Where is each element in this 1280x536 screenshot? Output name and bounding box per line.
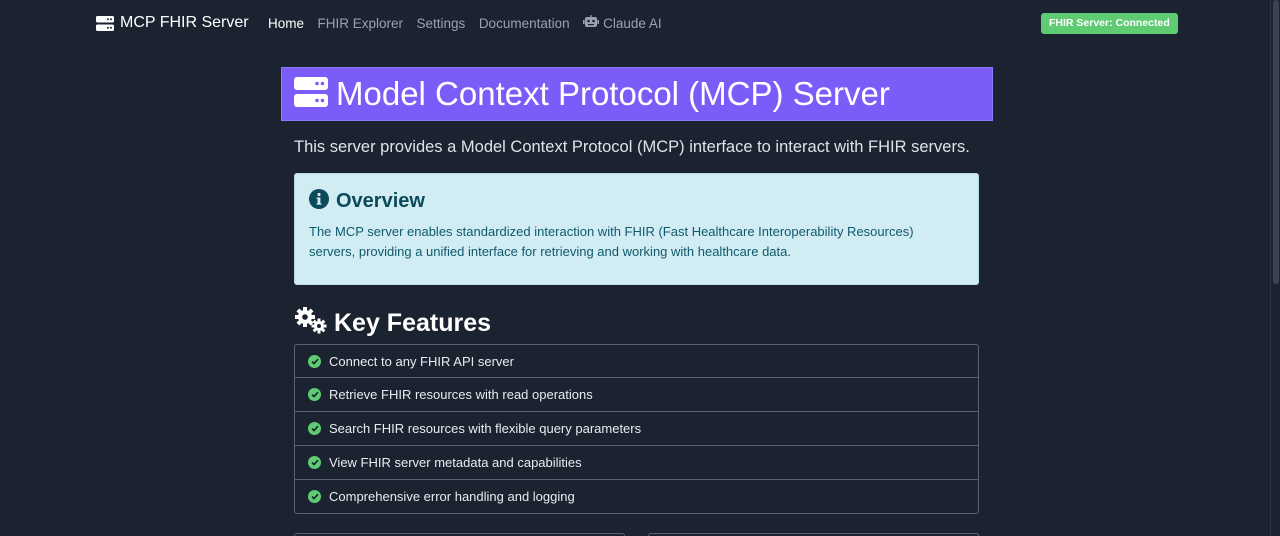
feature-label: Retrieve FHIR resources with read operat… bbox=[329, 387, 593, 402]
nav-claude-ai-label: Claude AI bbox=[603, 15, 662, 31]
overview-title: Overview bbox=[336, 190, 425, 212]
server-icon bbox=[294, 76, 328, 112]
brand-name: MCP FHIR Server bbox=[120, 14, 249, 31]
intro-text: This server provides a Model Context Pro… bbox=[294, 138, 970, 156]
list-item: Connect to any FHIR API server bbox=[294, 344, 979, 378]
status-badge: FHIR Server: Connected bbox=[1041, 13, 1178, 34]
nav-home[interactable]: Home bbox=[268, 15, 304, 31]
overview-text: The MCP server enables standardized inte… bbox=[309, 224, 914, 259]
feature-label: Comprehensive error handling and logging bbox=[329, 489, 575, 504]
hero-banner: Model Context Protocol (MCP) Server bbox=[281, 67, 993, 121]
page-title: Model Context Protocol (MCP) Server bbox=[336, 75, 890, 112]
navbar: MCP FHIR Server Home FHIR Explorer Setti… bbox=[0, 0, 1270, 46]
gears-icon bbox=[294, 307, 327, 339]
check-circle-icon bbox=[308, 354, 321, 368]
list-item: Retrieve FHIR resources with read operat… bbox=[294, 378, 979, 412]
nav-links: Home FHIR Explorer Settings Documentatio… bbox=[268, 15, 675, 31]
info-icon bbox=[309, 189, 329, 214]
nav-claude-ai[interactable]: Claude AI bbox=[583, 15, 662, 31]
list-item: Search FHIR resources with flexible quer… bbox=[294, 412, 979, 446]
brand-link[interactable]: MCP FHIR Server bbox=[96, 13, 249, 33]
feature-label: View FHIR server metadata and capabiliti… bbox=[329, 455, 582, 470]
check-circle-icon bbox=[308, 490, 321, 503]
overview-alert: Overview The MCP server enables standard… bbox=[294, 173, 979, 285]
check-circle-icon bbox=[308, 422, 321, 435]
nav-settings[interactable]: Settings bbox=[417, 15, 466, 31]
nav-fhir-explorer[interactable]: FHIR Explorer bbox=[318, 15, 404, 31]
check-circle-icon bbox=[308, 456, 321, 469]
robot-icon bbox=[583, 15, 600, 31]
feature-label: Search FHIR resources with flexible quer… bbox=[329, 421, 642, 436]
feature-label: Connect to any FHIR API server bbox=[329, 353, 514, 369]
nav-documentation[interactable]: Documentation bbox=[479, 15, 570, 31]
list-item: Comprehensive error handling and logging bbox=[294, 480, 979, 514]
server-icon bbox=[96, 15, 114, 31]
list-item: View FHIR server metadata and capabiliti… bbox=[294, 446, 979, 480]
features-title: Key Features bbox=[334, 308, 492, 337]
overview-header: Overview bbox=[309, 189, 964, 214]
scrollbar-thumb[interactable] bbox=[1273, 0, 1279, 284]
scrollbar[interactable] bbox=[1270, 0, 1280, 536]
check-circle-icon bbox=[308, 388, 321, 401]
features-header: Key Features bbox=[294, 307, 491, 339]
feature-list: Connect to any FHIR API server Retrieve … bbox=[294, 344, 979, 514]
